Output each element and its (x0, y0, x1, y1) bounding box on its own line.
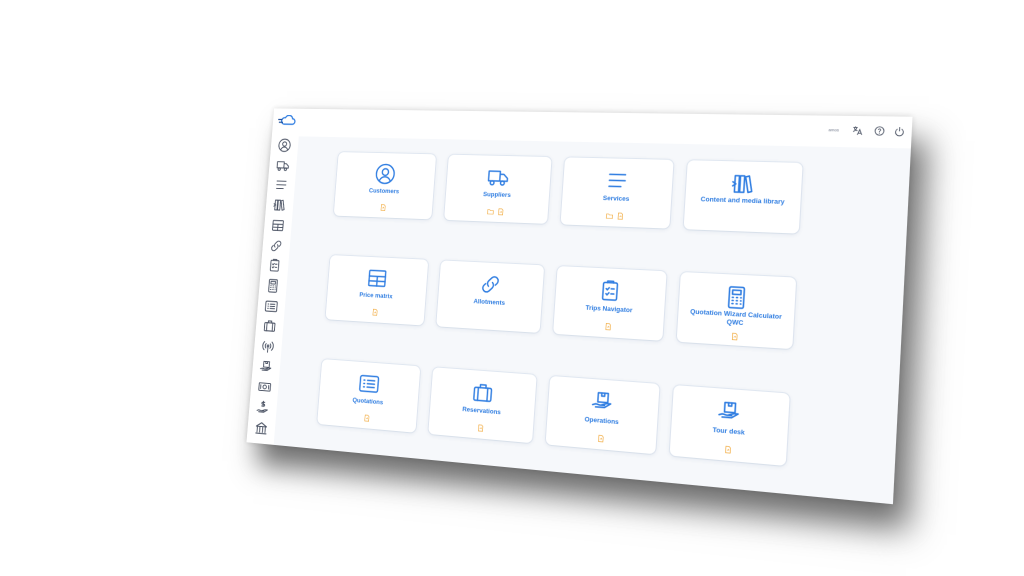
module-card-suppliers[interactable]: Suppliers (444, 155, 552, 224)
link-icon (478, 272, 502, 297)
file-icon[interactable] (379, 204, 386, 211)
sidebar-item-broadcast[interactable] (261, 339, 276, 355)
module-badges (429, 420, 533, 436)
folder-icon[interactable] (606, 212, 613, 219)
module-badges (677, 329, 793, 343)
dollar-hand-icon (256, 400, 271, 416)
module-badges (334, 202, 432, 212)
file-icon[interactable] (497, 208, 504, 215)
power-icon[interactable] (894, 126, 906, 137)
module-badges (546, 430, 656, 447)
module-grid: Customers Suppliers Services Content and me… (274, 136, 911, 504)
clipboard-icon (597, 278, 622, 303)
module-label: Operations (551, 413, 653, 429)
link-icon (269, 238, 284, 253)
suitcase-icon (471, 380, 495, 406)
table-icon (271, 218, 286, 233)
sidebar-item-clipboard[interactable] (267, 258, 282, 274)
sidebar-item-dollar-hand[interactable] (256, 400, 271, 416)
module-label: Content and media library (689, 196, 796, 207)
sidebar-item-lines[interactable] (274, 178, 289, 193)
user-circle-icon (277, 138, 292, 153)
file-icon[interactable] (363, 414, 370, 421)
folder-icon[interactable] (487, 208, 494, 215)
module-badges (445, 206, 548, 217)
module-label: Quotation Wizard Calculator QWC (682, 308, 790, 330)
translate-icon[interactable] (852, 125, 863, 136)
box-hand-icon (590, 389, 615, 415)
help-icon[interactable] (874, 126, 886, 137)
module-label: Customers (339, 187, 430, 197)
broadcast-icon (261, 339, 276, 355)
module-card-trips-navigator[interactable]: Trips Navigator (553, 266, 667, 341)
calculator-icon (266, 278, 281, 294)
truck-icon (276, 158, 291, 173)
sidebar-item-money[interactable] (257, 379, 272, 395)
sidebar-item-table[interactable] (271, 218, 286, 233)
module-card-tour-desk[interactable]: Tour desk (670, 385, 790, 466)
sidebar-item-link[interactable] (269, 238, 284, 253)
module-label: Price matrix (331, 290, 422, 302)
box-hand-icon (716, 399, 743, 426)
file-icon[interactable] (477, 424, 484, 432)
module-card-price-matrix[interactable]: Price matrix (325, 255, 428, 325)
lines-icon (605, 168, 630, 193)
file-icon[interactable] (597, 435, 604, 443)
module-badges (561, 211, 670, 222)
sidebar-item-box-hand[interactable] (259, 359, 274, 375)
sidebar-item-user-circle[interactable] (277, 138, 292, 153)
calculator-icon (723, 284, 750, 310)
module-card-reservations[interactable]: Reservations (428, 367, 536, 443)
module-badges (670, 441, 787, 459)
module-badges (318, 411, 417, 426)
module-label: Quotations (322, 395, 414, 410)
sidebar-item-calculator[interactable] (266, 278, 281, 294)
module-card-customers[interactable]: Customers (334, 152, 436, 219)
module-label: Allotments (442, 296, 538, 309)
sidebar-item-suitcase[interactable] (262, 318, 277, 334)
suitcase-icon (262, 318, 277, 334)
module-badges (554, 320, 664, 334)
module-label: Suppliers (449, 190, 545, 200)
file-icon[interactable] (371, 309, 378, 316)
module-card-content-and-media-library[interactable]: Content and media library (684, 160, 803, 233)
table-icon (366, 266, 389, 290)
file-icon[interactable] (724, 446, 732, 454)
module-card-quotations[interactable]: Quotations (317, 359, 420, 433)
file-icon[interactable] (617, 213, 624, 220)
module-card-operations[interactable]: Operations (546, 376, 660, 454)
cloud-logo-icon[interactable] (277, 114, 297, 131)
module-label: Reservations (434, 404, 531, 419)
sidebar-item-list[interactable] (264, 298, 279, 314)
user-circle-icon (374, 162, 397, 185)
module-card-allotments[interactable]: Allotments (436, 260, 544, 333)
module-card-services[interactable]: Services (561, 157, 674, 228)
clipboard-icon (267, 258, 282, 274)
sidebar-item-truck[interactable] (276, 158, 291, 173)
file-icon[interactable] (604, 323, 611, 331)
user-label[interactable]: amos (828, 127, 839, 132)
truck-icon (486, 165, 510, 189)
bank-icon (254, 420, 269, 436)
module-label: Services (566, 194, 667, 205)
lines-icon (274, 178, 289, 193)
list-icon (358, 371, 381, 396)
module-card-quotation-wizard-calculator-qwc[interactable]: Quotation Wizard Calculator QWC (677, 272, 797, 349)
sidebar-item-bank[interactable] (254, 420, 269, 436)
books-icon (272, 198, 287, 213)
money-icon (257, 379, 272, 395)
list-icon (264, 298, 279, 314)
sidebar-item-books[interactable] (272, 198, 287, 213)
box-hand-icon (259, 359, 274, 375)
app-window: amos Customers Suppliers Services Content a… (246, 108, 912, 504)
module-badges (326, 306, 424, 319)
module-label: Tour desk (675, 424, 783, 441)
module-label: Trips Navigator (559, 303, 661, 316)
file-icon[interactable] (730, 333, 738, 341)
books-icon (730, 171, 757, 196)
